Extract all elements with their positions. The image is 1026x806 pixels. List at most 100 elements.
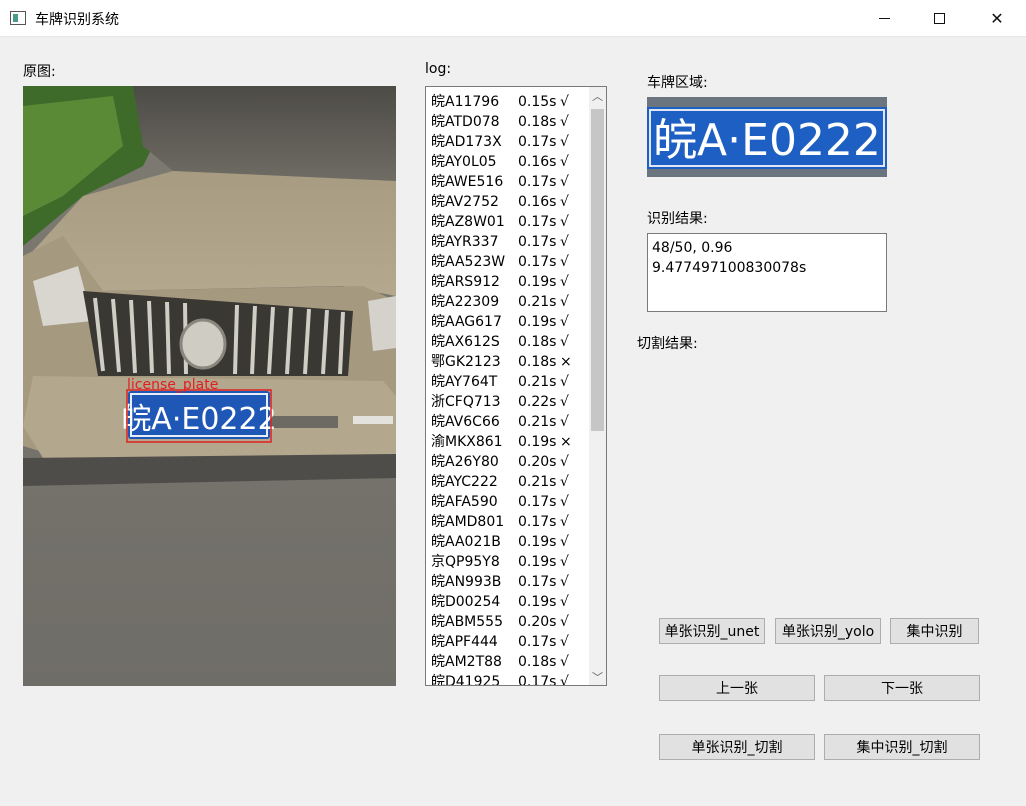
log-time: 0.19s bbox=[518, 434, 557, 450]
close-button[interactable]: ✕ bbox=[968, 0, 1026, 36]
single-yolo-button[interactable]: 单张识别_yolo bbox=[775, 618, 881, 644]
log-status: √ bbox=[560, 334, 569, 350]
log-plate: 皖AN993B bbox=[431, 574, 502, 590]
log-status: √ bbox=[560, 654, 569, 670]
log-status: √ bbox=[560, 614, 569, 630]
log-time: 0.17s bbox=[518, 234, 557, 250]
log-time: 0.17s bbox=[518, 514, 557, 530]
log-row[interactable]: 皖D00254 0.19s √ bbox=[426, 592, 589, 612]
log-time: 0.18s bbox=[518, 334, 557, 350]
log-row[interactable]: 皖D41925 0.17s √ bbox=[426, 672, 589, 686]
log-status: √ bbox=[560, 454, 569, 470]
maximize-button[interactable] bbox=[910, 0, 968, 36]
plate-region-image: 皖A·E0222 bbox=[647, 97, 887, 177]
log-row[interactable]: 皖AAG617 0.19s √ bbox=[426, 312, 589, 332]
log-row[interactable]: 浙CFQ713 0.22s √ bbox=[426, 392, 589, 412]
log-row[interactable]: 皖AYC222 0.21s √ bbox=[426, 472, 589, 492]
log-row[interactable]: 皖AN993B 0.17s √ bbox=[426, 572, 589, 592]
log-row[interactable]: 皖AA021B 0.19s √ bbox=[426, 532, 589, 552]
log-row[interactable]: 鄂GK2123 0.18s × bbox=[426, 352, 589, 372]
log-plate: 皖D00254 bbox=[431, 594, 501, 610]
batch-recognize-button[interactable]: 集中识别 bbox=[890, 618, 979, 644]
log-row[interactable]: 京QP95Y8 0.19s √ bbox=[426, 552, 589, 572]
minimize-icon bbox=[878, 17, 890, 19]
log-row[interactable]: 皖AWE516 0.17s √ bbox=[426, 172, 589, 192]
log-row[interactable]: 皖AZ8W01 0.17s √ bbox=[426, 212, 589, 232]
log-status: √ bbox=[560, 294, 569, 310]
log-plate: 皖ABM555 bbox=[431, 614, 503, 630]
log-time: 0.21s bbox=[518, 374, 557, 390]
batch-segment-button[interactable]: 集中识别_切割 bbox=[824, 734, 980, 760]
log-list[interactable]: 皖A11796 0.15s √ 皖ATD078 0.18s √ 皖AD173X 0.17s √ 皖… bbox=[425, 86, 607, 686]
log-row[interactable]: 皖AD173X 0.17s √ bbox=[426, 132, 589, 152]
scroll-thumb[interactable] bbox=[591, 109, 604, 431]
log-row[interactable]: 皖AFA590 0.17s √ bbox=[426, 492, 589, 512]
result-textbox[interactable]: 48/50, 0.96 9.477497100830078s bbox=[647, 233, 887, 312]
log-row[interactable]: 皖AA523W 0.17s √ bbox=[426, 252, 589, 272]
log-status: √ bbox=[560, 114, 569, 130]
log-row[interactable]: 皖AY0L05 0.16s √ bbox=[426, 152, 589, 172]
app-window-icon bbox=[10, 11, 26, 25]
log-row[interactable]: 皖ARS912 0.19s √ bbox=[426, 272, 589, 292]
log-row[interactable]: 皖A22309 0.21s √ bbox=[426, 292, 589, 312]
log-time: 0.19s bbox=[518, 594, 557, 610]
minimize-button[interactable] bbox=[855, 0, 913, 36]
log-row[interactable]: 皖AM2T88 0.18s √ bbox=[426, 652, 589, 672]
log-row[interactable]: 皖APF444 0.17s √ bbox=[426, 632, 589, 652]
log-plate: 皖APF444 bbox=[431, 634, 498, 650]
log-time: 0.17s bbox=[518, 254, 557, 270]
log-plate: 皖ATD078 bbox=[431, 114, 500, 130]
log-plate: 皖AY0L05 bbox=[431, 154, 497, 170]
log-plate: 皖AD173X bbox=[431, 134, 502, 150]
log-status: √ bbox=[560, 134, 569, 150]
log-time: 0.17s bbox=[518, 574, 557, 590]
log-scrollbar[interactable]: ︿ ﹀ bbox=[589, 87, 606, 685]
log-status: √ bbox=[560, 194, 569, 210]
scroll-down-arrow-icon[interactable]: ﹀ bbox=[589, 668, 606, 685]
log-row[interactable]: 皖AX612S 0.18s √ bbox=[426, 332, 589, 352]
log-status: √ bbox=[560, 414, 569, 430]
log-status: √ bbox=[560, 174, 569, 190]
log-time: 0.22s bbox=[518, 394, 557, 410]
prev-image-button[interactable]: 上一张 bbox=[659, 675, 815, 701]
log-row[interactable]: 皖AYR337 0.17s √ bbox=[426, 232, 589, 252]
log-row[interactable]: 皖ABM555 0.20s √ bbox=[426, 612, 589, 632]
log-time: 0.16s bbox=[518, 154, 557, 170]
log-time: 0.20s bbox=[518, 454, 557, 470]
log-plate: 渝MKX861 bbox=[431, 434, 503, 450]
log-status: √ bbox=[560, 254, 569, 270]
segment-result-label: 切割结果: bbox=[637, 336, 698, 352]
log-label: log: bbox=[425, 61, 452, 77]
log-plate: 皖AY764T bbox=[431, 374, 498, 390]
log-time: 0.20s bbox=[518, 614, 557, 630]
single-segment-button[interactable]: 单张识别_切割 bbox=[659, 734, 815, 760]
log-status: √ bbox=[560, 474, 569, 490]
log-time: 0.17s bbox=[518, 674, 557, 686]
log-row[interactable]: 皖AMD801 0.17s √ bbox=[426, 512, 589, 532]
single-unet-button[interactable]: 单张识别_unet bbox=[659, 618, 765, 644]
log-plate: 皖D41925 bbox=[431, 674, 501, 686]
log-plate: 皖AZ8W01 bbox=[431, 214, 505, 230]
log-status: √ bbox=[560, 494, 569, 510]
scroll-up-arrow-icon[interactable]: ︿ bbox=[589, 87, 606, 104]
result-label: 识别结果: bbox=[647, 211, 708, 227]
log-row[interactable]: 皖A26Y80 0.20s √ bbox=[426, 452, 589, 472]
car-photo: 皖A·E0222 license_plate bbox=[23, 86, 396, 686]
log-plate: 皖AFA590 bbox=[431, 494, 498, 510]
log-plate: 皖AA021B bbox=[431, 534, 501, 550]
log-time: 0.19s bbox=[518, 274, 557, 290]
log-row[interactable]: 皖ATD078 0.18s √ bbox=[426, 112, 589, 132]
log-plate: 皖ARS912 bbox=[431, 274, 500, 290]
log-status: √ bbox=[560, 574, 569, 590]
log-time: 0.18s bbox=[518, 354, 557, 370]
log-status: √ bbox=[560, 214, 569, 230]
log-row[interactable]: 皖AV2752 0.16s √ bbox=[426, 192, 589, 212]
next-image-button[interactable]: 下一张 bbox=[824, 675, 980, 701]
log-row[interactable]: 渝MKX861 0.19s × bbox=[426, 432, 589, 452]
log-plate: 皖AWE516 bbox=[431, 174, 504, 190]
log-row[interactable]: 皖AY764T 0.21s √ bbox=[426, 372, 589, 392]
log-row[interactable]: 皖A11796 0.15s √ bbox=[426, 92, 589, 112]
result-time: 9.477497100830078s bbox=[652, 260, 807, 276]
log-status: √ bbox=[560, 274, 569, 290]
log-row[interactable]: 皖AV6C66 0.21s √ bbox=[426, 412, 589, 432]
